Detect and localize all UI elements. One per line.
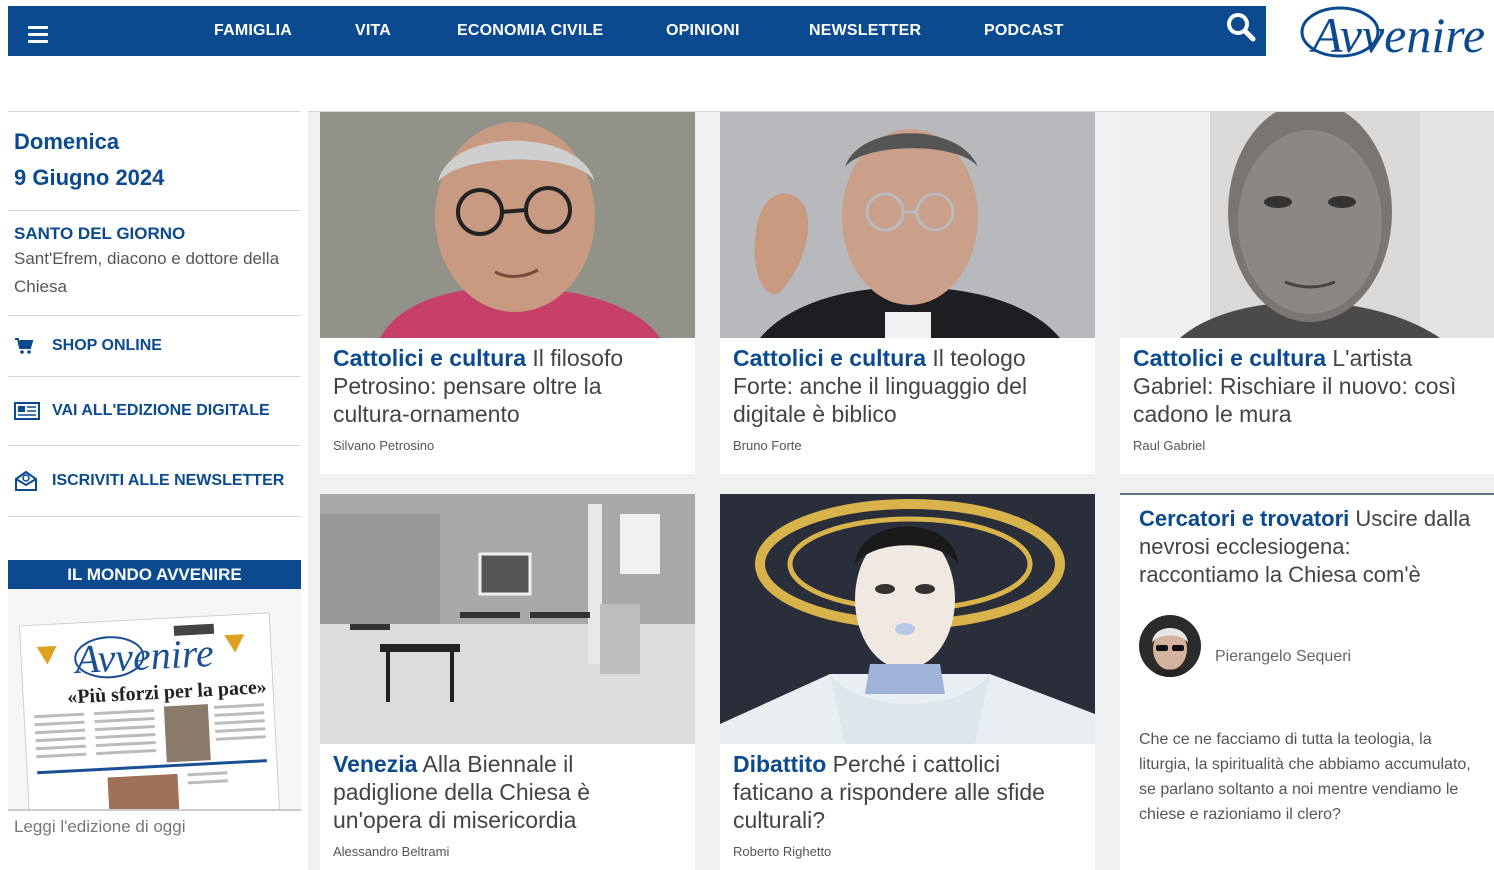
newspaper-cover-image[interactable]: Avvenire «Più sforzi per la pace» (8, 589, 301, 811)
digital-edition-link[interactable]: VAI ALL'EDIZIONE DIGITALE (8, 377, 301, 445)
article-author[interactable]: Raul Gabriel (1133, 438, 1481, 453)
opinion-card[interactable]: Cercatori e trovatori Uscire dalla nevro… (1120, 493, 1494, 870)
saint-title: SANTO DEL GIORNO (14, 224, 186, 243)
article-author[interactable]: Roberto Righetto (733, 844, 1082, 859)
nav-item-newsletter[interactable]: NEWSLETTER (809, 22, 921, 40)
article-card[interactable]: Dibattito Perché i cattolici faticano a … (720, 494, 1095, 870)
top-navigation-bar: FAMIGLIA VITA ECONOMIA CIVILE OPINIONI N… (8, 6, 1266, 56)
article-kicker: Cattolici e cultura (1133, 345, 1326, 371)
divider (8, 516, 301, 517)
opinion-headline[interactable]: Cercatori e trovatori Uscire dalla nevro… (1139, 505, 1475, 589)
article-author[interactable]: Alessandro Beltrami (333, 844, 682, 859)
article-body: Cattolici e cultura Il teologo Forte: an… (720, 338, 1095, 453)
article-kicker: Venezia (333, 751, 418, 777)
article-photo[interactable] (320, 494, 695, 744)
article-card[interactable]: Cattolici e cultura Il filosofo Petrosin… (320, 112, 695, 474)
opinion-author-row[interactable]: Pierangelo Sequeri (1139, 615, 1475, 677)
nav-item-vita[interactable]: VITA (355, 22, 391, 40)
shop-online-link[interactable]: SHOP ONLINE (8, 316, 301, 376)
article-headline[interactable]: Cattolici e cultura Il filosofo Petrosin… (333, 344, 682, 428)
article-author[interactable]: Bruno Forte (733, 438, 1082, 453)
opinion-excerpt: Che ce ne facciamo di tutta la teologia,… (1139, 731, 1471, 823)
newsletter-signup-link[interactable]: ISCRIVITI ALLE NEWSLETTER (8, 446, 301, 516)
date-block: Domenica 9 Giugno 2024 (8, 112, 301, 210)
avvenire-logo[interactable]: Avvenire (1298, 2, 1485, 63)
article-body: Cattolici e cultura Il filosofo Petrosin… (320, 338, 695, 453)
envelope-icon (14, 470, 42, 492)
article-headline[interactable]: Venezia Alla Biennale il padiglione dell… (333, 750, 682, 834)
saint-text: Sant'Efrem, diacono e dottore della Chie… (14, 249, 280, 296)
article-card[interactable]: Venezia Alla Biennale il padiglione dell… (320, 494, 695, 870)
day-name: Domenica (14, 129, 120, 154)
article-body: Dibattito Perché i cattolici faticano a … (720, 744, 1095, 859)
article-headline[interactable]: Dibattito Perché i cattolici faticano a … (733, 750, 1082, 834)
article-headline[interactable]: Cattolici e cultura L'artista Gabriel: R… (1133, 344, 1481, 428)
article-body: Cattolici e cultura L'artista Gabriel: R… (1120, 338, 1494, 453)
article-card[interactable]: Cattolici e cultura L'artista Gabriel: R… (1120, 112, 1494, 474)
article-photo[interactable] (720, 494, 1095, 744)
hamburger-icon[interactable] (28, 26, 48, 44)
article-kicker: Cattolici e cultura (333, 345, 526, 371)
article-kicker: Dibattito (733, 751, 827, 777)
article-photo[interactable] (1120, 112, 1494, 338)
newspaper-icon (14, 400, 42, 422)
left-sidebar: Domenica 9 Giugno 2024 SANTO DEL GIORNO … (8, 111, 301, 517)
nav-item-opinioni[interactable]: OPINIONI (666, 22, 740, 40)
date-text: 9 Giugno 2024 (14, 165, 165, 190)
mondo-avvenire-box: IL MONDO AVVENIRE Avvenire «Più sforzi p… (8, 560, 301, 843)
article-card[interactable]: Cattolici e cultura Il teologo Forte: an… (720, 112, 1095, 474)
article-body: Venezia Alla Biennale il padiglione dell… (320, 744, 695, 859)
digital-edition-label: VAI ALL'EDIZIONE DIGITALE (52, 402, 270, 419)
article-author[interactable]: Silvano Petrosino (333, 438, 682, 453)
mondo-avvenire-title: IL MONDO AVVENIRE (8, 560, 301, 601)
article-photo[interactable] (320, 112, 695, 338)
search-icon[interactable] (1224, 11, 1258, 45)
nav-item-podcast[interactable]: PODCAST (984, 22, 1064, 40)
nav-item-economia-civile[interactable]: ECONOMIA CIVILE (457, 22, 603, 40)
todays-edition-link[interactable]: Leggi l'edizione di oggi (8, 811, 301, 843)
opinion-author-name: Pierangelo Sequeri (1215, 648, 1352, 665)
svg-text:Avvenire: Avvenire (1309, 7, 1484, 58)
newsletter-signup-label: ISCRIVITI ALLE NEWSLETTER (52, 472, 285, 489)
cart-icon (14, 335, 42, 357)
shop-online-label: SHOP ONLINE (52, 337, 162, 354)
author-avatar (1139, 615, 1201, 677)
article-headline[interactable]: Cattolici e cultura Il teologo Forte: an… (733, 344, 1082, 428)
article-photo[interactable] (720, 112, 1095, 338)
nav-item-famiglia[interactable]: FAMIGLIA (214, 22, 292, 40)
article-kicker: Cattolici e cultura (733, 345, 926, 371)
opinion-kicker: Cercatori e trovatori (1139, 506, 1350, 531)
saint-of-day[interactable]: SANTO DEL GIORNO Sant'Efrem, diacono e d… (8, 211, 301, 315)
